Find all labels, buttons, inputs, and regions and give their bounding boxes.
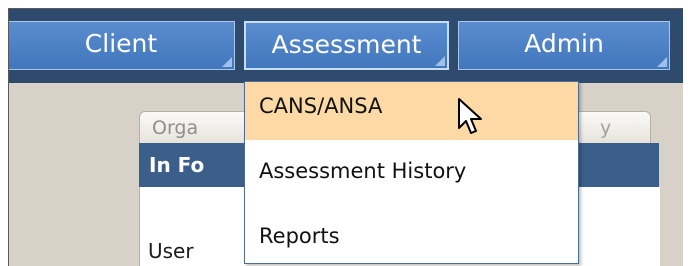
corner-triangle-icon — [435, 56, 445, 66]
corner-triangle-icon — [657, 57, 667, 67]
mouse-pointer-icon — [458, 98, 482, 134]
admin-menu-label: Admin — [524, 29, 604, 58]
admin-menu-button[interactable]: Admin — [458, 21, 670, 70]
top-navbar: Client Assessment Admin — [9, 9, 683, 83]
client-menu-button[interactable]: Client — [9, 21, 235, 70]
menu-item-cans-ansa[interactable]: CANS/ANSA — [245, 82, 578, 140]
assessment-dropdown-menu: CANS/ANSA Assessment History Reports — [244, 81, 579, 264]
client-menu-label: Client — [84, 29, 158, 58]
panel-header-title: In Fo — [149, 153, 205, 177]
menu-item-assessment-history[interactable]: Assessment History — [245, 140, 578, 198]
organization-tab-label: Orga — [152, 117, 199, 139]
assessment-menu-label: Assessment — [271, 30, 422, 59]
tab-label-tail: y — [600, 117, 612, 139]
user-field-label: User — [148, 239, 194, 263]
corner-triangle-icon — [222, 57, 232, 67]
menu-item-label: Reports — [259, 224, 340, 248]
menu-item-label: Assessment History — [259, 159, 467, 183]
app-window: Client Assessment Admin Orga y In Fo Use… — [8, 8, 683, 266]
menu-item-label: CANS/ANSA — [259, 94, 383, 118]
assessment-menu-button[interactable]: Assessment — [244, 21, 449, 70]
menu-item-reports[interactable]: Reports — [245, 198, 578, 256]
